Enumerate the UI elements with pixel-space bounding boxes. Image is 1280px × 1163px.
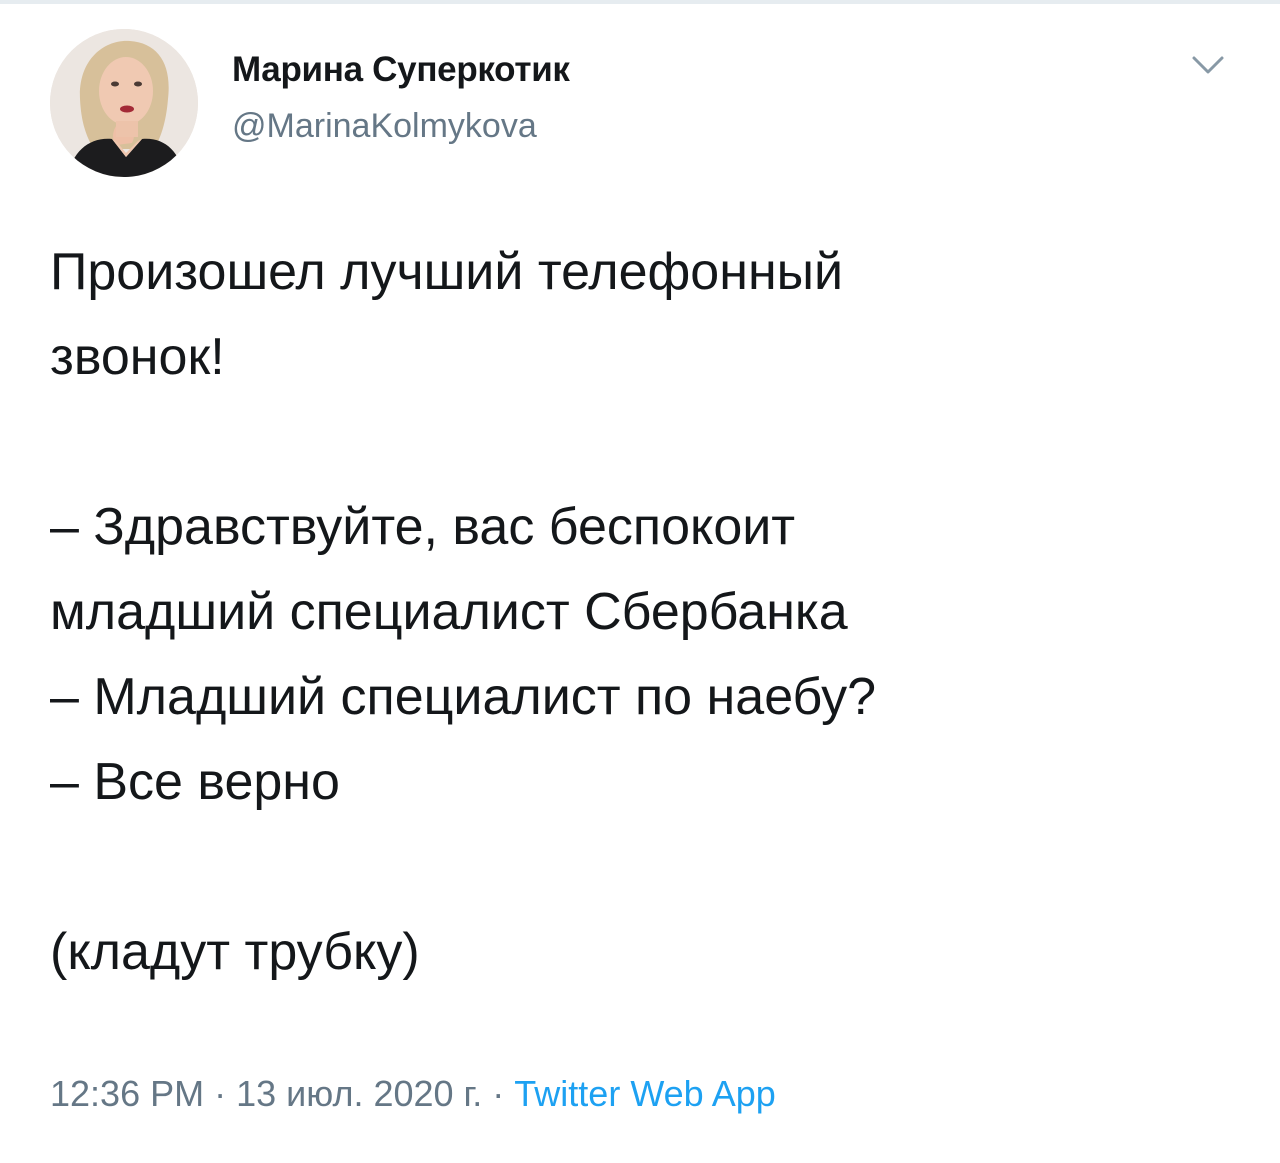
avatar[interactable] bbox=[50, 29, 198, 177]
tweet-time[interactable]: 12:36 PM bbox=[50, 1073, 204, 1114]
meta-separator: · bbox=[214, 1073, 227, 1114]
author-handle[interactable]: @MarinaKolmykova bbox=[232, 107, 537, 146]
top-divider bbox=[0, 0, 1280, 4]
chevron-down-icon[interactable] bbox=[1186, 46, 1230, 86]
tweet-text: Произошел лучший телефонный звонок! – Зд… bbox=[50, 243, 877, 981]
tweet-source-link[interactable]: Twitter Web App bbox=[514, 1073, 775, 1114]
tweet-meta: 12:36 PM · 13 июл. 2020 г. · Twitter Web App bbox=[50, 1073, 776, 1115]
avatar-photo bbox=[50, 29, 198, 177]
tweet-date[interactable]: 13 июл. 2020 г. bbox=[236, 1073, 482, 1114]
meta-separator: · bbox=[492, 1073, 505, 1114]
author-display-name[interactable]: Марина Суперкотик bbox=[232, 50, 570, 90]
